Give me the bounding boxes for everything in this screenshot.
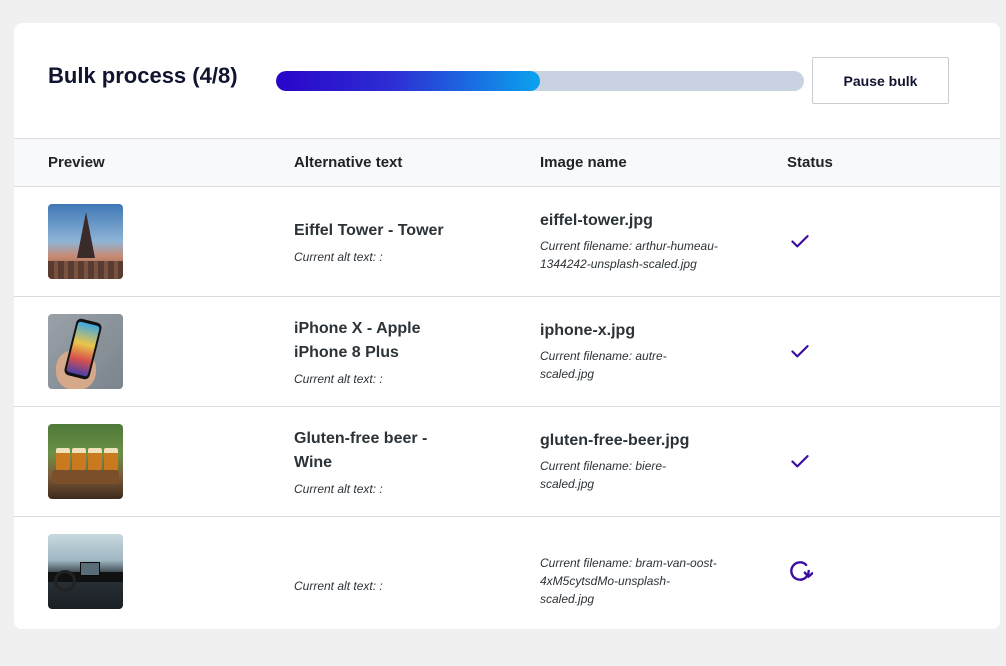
glass-shape bbox=[104, 447, 118, 472]
table-header-row: Preview Alternative text Image name Stat… bbox=[14, 139, 1000, 187]
iphone-thumbnail bbox=[48, 313, 123, 389]
progress-bar-fill bbox=[276, 71, 540, 91]
table-row: iPhone X - Apple iPhone 8 Plus Current a… bbox=[14, 296, 1000, 406]
image-name-cell: eiffel-tower.jpg Current filename: arthu… bbox=[540, 186, 787, 296]
column-header-alt-text: Alternative text bbox=[294, 139, 540, 187]
progress-bar bbox=[276, 71, 804, 91]
steering-wheel-shape bbox=[54, 569, 76, 592]
preview-cell bbox=[14, 296, 294, 406]
checkmark-icon bbox=[791, 455, 809, 468]
pause-bulk-button[interactable]: Pause bulk bbox=[812, 57, 949, 104]
alt-text-cell: Current alt text: : bbox=[294, 516, 540, 626]
beer-thumbnail bbox=[48, 423, 123, 499]
bulk-header: Bulk process (4/8) Pause bulk bbox=[14, 23, 1000, 139]
page-title: Bulk process (4/8) bbox=[48, 63, 238, 88]
image-name-cell: iphone-x.jpg Current filename: autre-sca… bbox=[540, 296, 787, 406]
current-filename: Current filename: autre-scaled.jpg bbox=[540, 349, 667, 381]
status-cell bbox=[787, 516, 1000, 626]
preview-cell bbox=[14, 516, 294, 626]
table-row: Eiffel Tower - Tower Current alt text: :… bbox=[14, 186, 1000, 296]
current-filename: Current filename: bram-van-oost-4xM5cyts… bbox=[540, 556, 717, 607]
image-name-cell: gluten-free-beer.jpg Current filename: b… bbox=[540, 406, 787, 516]
phone-shape bbox=[63, 317, 103, 380]
eiffel-tower-thumbnail bbox=[48, 203, 123, 279]
bulk-process-card: Bulk process (4/8) Pause bulk Preview Al… bbox=[14, 23, 1000, 629]
alt-text-title: Eiffel Tower - Tower bbox=[294, 221, 444, 239]
table-row: Current alt text: : Current filename: br… bbox=[14, 516, 1000, 626]
alt-text-title: iPhone X - Apple iPhone 8 Plus bbox=[294, 319, 421, 361]
column-header-status: Status bbox=[787, 139, 1000, 187]
image-name: gluten-free-beer.jpg bbox=[540, 432, 690, 449]
status-cell bbox=[787, 406, 1000, 516]
alt-text-title: Gluten-free beer - Wine bbox=[294, 429, 428, 471]
column-header-image-name: Image name bbox=[540, 139, 787, 187]
alt-text-cell: Gluten-free beer - Wine Current alt text… bbox=[294, 406, 540, 516]
checkmark-icon bbox=[791, 235, 809, 248]
glass-shape bbox=[56, 447, 70, 472]
status-cell bbox=[787, 296, 1000, 406]
checkmark-icon bbox=[791, 345, 809, 358]
preview-cell bbox=[14, 406, 294, 516]
status-cell bbox=[787, 186, 1000, 296]
rooftops-shape bbox=[48, 260, 123, 279]
refresh-icon bbox=[790, 561, 813, 582]
image-name: iphone-x.jpg bbox=[540, 322, 636, 339]
current-alt-text: Current alt text: : bbox=[294, 579, 383, 594]
alt-text-cell: iPhone X - Apple iPhone 8 Plus Current a… bbox=[294, 296, 540, 406]
preview-cell bbox=[14, 186, 294, 296]
display-shape bbox=[80, 561, 100, 576]
current-filename: Current filename: biere-scaled.jpg bbox=[540, 459, 667, 491]
current-alt-text: Current alt text: : bbox=[294, 249, 383, 264]
current-filename: Current filename: arthur-humeau-1344242-… bbox=[540, 239, 718, 271]
column-header-preview: Preview bbox=[14, 139, 294, 187]
tower-shape bbox=[77, 211, 95, 258]
alt-text-cell: Eiffel Tower - Tower Current alt text: : bbox=[294, 186, 540, 296]
car-interior-thumbnail bbox=[48, 533, 123, 609]
tray-shape bbox=[52, 469, 119, 484]
glass-shape bbox=[88, 447, 102, 472]
bulk-table: Preview Alternative text Image name Stat… bbox=[14, 139, 1000, 626]
current-alt-text: Current alt text: : bbox=[294, 371, 383, 386]
current-alt-text: Current alt text: : bbox=[294, 481, 383, 496]
glass-shape bbox=[72, 447, 86, 472]
image-name: eiffel-tower.jpg bbox=[540, 212, 653, 229]
table-row: Gluten-free beer - Wine Current alt text… bbox=[14, 406, 1000, 516]
image-name-cell: Current filename: bram-van-oost-4xM5cyts… bbox=[540, 516, 787, 626]
